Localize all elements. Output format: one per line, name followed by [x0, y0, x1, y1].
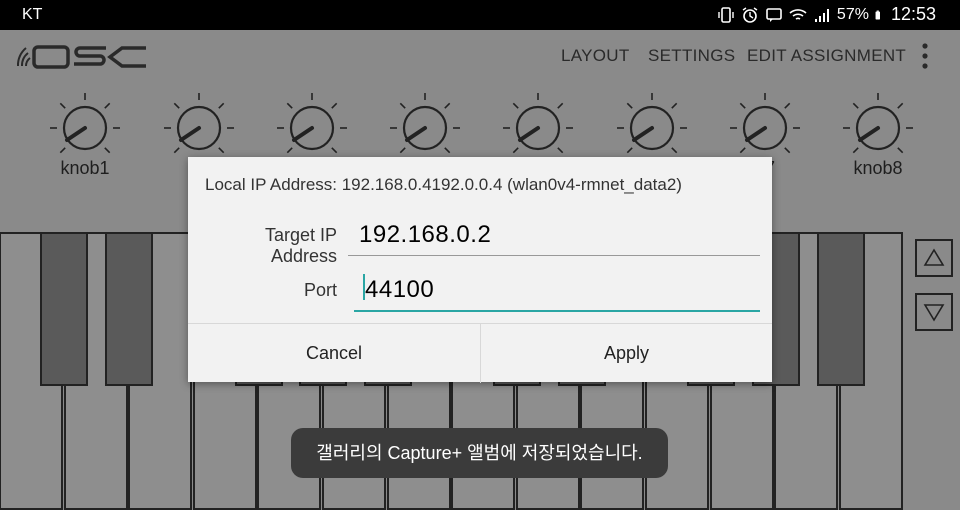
- triangle-down-icon: [923, 304, 945, 322]
- knob-dial-icon: [164, 93, 234, 154]
- target-ip-label: Target IP Address: [264, 225, 337, 266]
- knob-8[interactable]: knob8: [838, 90, 918, 182]
- knob-dial-icon: [617, 93, 687, 154]
- port-label: Port: [303, 280, 337, 300]
- message-icon: [766, 7, 782, 22]
- wifi-icon: [789, 8, 807, 20]
- menu-settings[interactable]: SETTINGS: [648, 46, 735, 66]
- octave-up-button[interactable]: [915, 239, 953, 277]
- cancel-button[interactable]: Cancel: [188, 324, 480, 383]
- port-underline: [354, 310, 760, 312]
- signal-icon: [814, 8, 829, 22]
- knob-1[interactable]: knob1: [45, 90, 125, 182]
- menu-layout[interactable]: LAYOUT: [561, 46, 630, 66]
- knob-dial-icon: [390, 93, 460, 154]
- knob-dial-icon: [843, 93, 913, 154]
- carrier-label: KT: [22, 6, 43, 23]
- dialog-button-row: Cancel Apply: [188, 323, 772, 383]
- target-ip-input[interactable]: 192.168.0.2: [359, 221, 491, 249]
- app-bar: LAYOUT SETTINGS EDIT ASSIGNMENT: [0, 30, 960, 82]
- piano-black-key[interactable]: [105, 232, 153, 386]
- octave-down-button[interactable]: [915, 293, 953, 331]
- knob-label: knob8: [853, 158, 903, 178]
- knob-dial-icon: [277, 93, 347, 154]
- local-ip-text: Local IP Address: 192.168.0.4192.0.0.4 (…: [205, 175, 682, 194]
- status-bar: KT 57% 12:53: [0, 0, 960, 30]
- toast-message: 갤러리의 Capture+ 앨범에 저장되었습니다.: [291, 428, 668, 478]
- piano-black-key[interactable]: [817, 232, 865, 386]
- knob-label: knob1: [60, 158, 110, 178]
- menu-edit-assignment[interactable]: EDIT ASSIGNMENT: [747, 46, 906, 66]
- knob-dial-icon: [730, 93, 800, 154]
- connection-dialog: Local IP Address: 192.168.0.4192.0.0.4 (…: [188, 157, 772, 383]
- battery-icon: [875, 10, 880, 19]
- target-ip-underline: [348, 255, 760, 256]
- port-input[interactable]: 44100: [365, 276, 434, 304]
- knob-dial-icon: [503, 93, 573, 154]
- piano-black-key[interactable]: [40, 232, 88, 386]
- vibrate-icon: [718, 6, 734, 23]
- triangle-up-icon: [923, 248, 945, 266]
- clock: 12:53: [890, 4, 936, 24]
- osc-logo: [16, 45, 146, 69]
- knob-dial-icon: [50, 93, 120, 154]
- overflow-menu-icon[interactable]: [916, 42, 934, 70]
- battery-percent: 57%: [836, 5, 869, 23]
- alarm-icon: [742, 6, 758, 23]
- apply-button[interactable]: Apply: [481, 324, 772, 383]
